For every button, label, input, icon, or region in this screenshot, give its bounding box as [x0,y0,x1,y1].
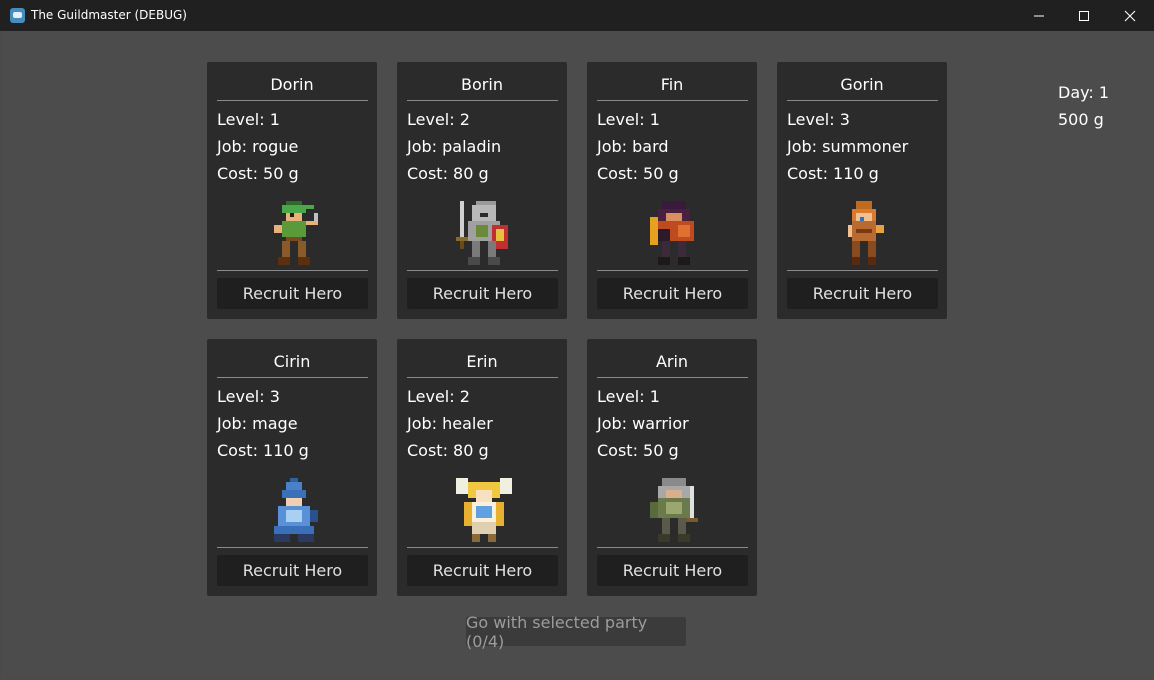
recruit-hero-button[interactable]: Recruit Hero [407,278,558,309]
hero-level: Level: 3 [787,110,850,129]
hero-job: Job: bard [597,137,669,156]
hero-card-arin: Arin Level: 1 Job: warrior Cost: 50 g Re… [587,339,757,596]
hero-name: Erin [466,352,498,371]
summoner-sprite-icon [848,201,884,265]
maximize-button[interactable] [1061,0,1107,31]
hero-cost: Cost: 80 g [407,164,489,183]
paladin-sprite-icon [456,201,508,265]
divider [597,270,748,271]
hero-level: Level: 3 [217,387,280,406]
game-viewport: Day: 1 500 g Dorin Level: 1 Job: rogue C… [1,31,1153,679]
hero-level: Level: 2 [407,387,470,406]
day-counter: Day: 1 [1058,83,1110,102]
hero-card-cirin: Cirin Level: 3 Job: mage Cost: 110 g Rec… [207,339,377,596]
godot-icon [10,8,25,23]
recruit-hero-button[interactable]: Recruit Hero [787,278,938,309]
hero-card-erin: Erin Level: 2 Job: healer Cost: 80 g Rec… [397,339,567,596]
hero-job: Job: mage [217,414,298,433]
hero-level: Level: 1 [217,110,280,129]
hero-card-borin: Borin Level: 2 Job: paladin Cost: 80 g R… [397,62,567,319]
close-icon [1124,10,1136,21]
hero-name: Gorin [840,75,884,94]
hero-cost: Cost: 110 g [787,164,879,183]
hero-level: Level: 1 [597,110,660,129]
recruit-hero-button[interactable]: Recruit Hero [407,555,558,586]
divider [787,100,938,101]
recruit-hero-button[interactable]: Recruit Hero [597,555,748,586]
hero-name: Arin [655,352,689,371]
divider [597,100,748,101]
healer-sprite-icon [456,478,512,542]
divider [217,270,368,271]
hero-job: Job: rogue [217,137,299,156]
window-title: The Guildmaster (DEBUG) [31,8,187,22]
hero-job: Job: healer [407,414,493,433]
divider [217,377,368,378]
recruit-hero-button[interactable]: Recruit Hero [217,278,368,309]
recruit-hero-button[interactable]: Recruit Hero [217,555,368,586]
hero-job: Job: summoner [787,137,909,156]
window-titlebar: The Guildmaster (DEBUG) [0,0,1154,31]
divider [217,100,368,101]
hero-level: Level: 1 [597,387,660,406]
divider [407,547,558,548]
hero-level: Level: 2 [407,110,470,129]
maximize-icon [1079,10,1089,21]
divider [217,547,368,548]
hero-card-gorin: Gorin Level: 3 Job: summoner Cost: 110 g… [777,62,947,319]
minimize-icon [1034,15,1044,16]
hero-cost: Cost: 50 g [217,164,299,183]
divider [407,100,558,101]
rogue-sprite-icon [274,201,318,265]
hero-job: Job: paladin [407,137,502,156]
bard-sprite-icon [650,201,694,265]
hero-cost: Cost: 80 g [407,441,489,460]
recruit-hero-button[interactable]: Recruit Hero [597,278,748,309]
hero-job: Job: warrior [597,414,689,433]
hero-name: Cirin [273,352,311,371]
hero-name: Dorin [270,75,314,94]
go-with-party-button[interactable]: Go with selected party (0/4) [466,613,686,651]
gold-counter: 500 g [1058,110,1104,129]
hero-name: Fin [660,75,684,94]
hero-cost: Cost: 50 g [597,441,679,460]
warrior-sprite-icon [650,478,698,542]
close-button[interactable] [1107,0,1153,31]
hero-card-fin: Fin Level: 1 Job: bard Cost: 50 g Recrui… [587,62,757,319]
hero-card-dorin: Dorin Level: 1 Job: rogue Cost: 50 g Rec… [207,62,377,319]
divider [597,377,748,378]
mage-sprite-icon [274,478,318,542]
hero-cost: Cost: 110 g [217,441,309,460]
divider [787,270,938,271]
hero-name: Borin [461,75,503,94]
player-stats: Day: 1 500 g [1058,79,1109,133]
divider [597,547,748,548]
hero-cost: Cost: 50 g [597,164,679,183]
minimize-button[interactable] [1016,0,1062,31]
divider [407,270,558,271]
divider [407,377,558,378]
